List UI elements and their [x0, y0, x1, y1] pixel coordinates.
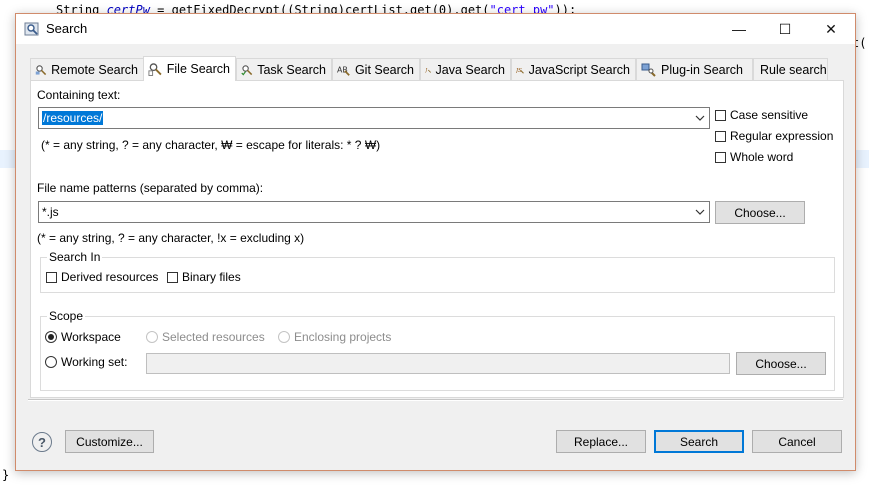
search-in-group: Search In Derived resources Binary files — [40, 250, 835, 293]
radio-label: Workspace — [61, 330, 121, 344]
regular-expression-checkbox[interactable]: Regular expression — [715, 129, 833, 143]
code-brace: } — [2, 468, 10, 482]
checkbox-box[interactable] — [715, 130, 726, 142]
javascript-search-icon: JS — [516, 68, 524, 74]
help-icon[interactable]: ? — [32, 432, 52, 452]
tab-label: Rule search — [760, 62, 827, 77]
tab-label: JavaScript Search — [528, 62, 630, 77]
search-tabs: Remote Search File Search Task Search AB… — [30, 56, 842, 81]
eclipse-search-icon — [24, 22, 39, 36]
workspace-radio[interactable]: Workspace — [45, 330, 121, 344]
tab-java-search[interactable]: J Java Search — [420, 58, 511, 80]
footer-separator — [28, 399, 843, 401]
tab-plugin-search[interactable]: Plug-in Search — [636, 58, 753, 80]
git-search-icon: AB — [337, 65, 350, 76]
checkbox-box[interactable] — [167, 271, 178, 283]
tab-rule-search[interactable]: Rule search — [753, 58, 828, 80]
maximize-icon: ☐ — [778, 20, 792, 37]
search-in-title: Search In — [47, 250, 103, 264]
containing-text-value[interactable]: /resources/ — [42, 111, 104, 125]
radio-circle[interactable] — [45, 356, 57, 368]
checkbox-label: Case sensitive — [730, 108, 809, 122]
scope-group: Scope Workspace Selected resources Enclo… — [40, 309, 835, 391]
minimize-icon: — — [732, 21, 746, 37]
radio-circle[interactable] — [146, 331, 158, 343]
case-sensitive-checkbox[interactable]: Case sensitive — [715, 108, 808, 122]
file-name-patterns-combo[interactable]: *.js — [38, 201, 710, 223]
radio-circle[interactable] — [278, 331, 290, 343]
checkbox-box[interactable] — [715, 151, 726, 163]
java-search-icon: J — [425, 67, 431, 73]
maximize-button[interactable]: ☐ — [762, 14, 808, 44]
file-search-icon — [148, 63, 162, 76]
tab-label: Plug-in Search — [661, 62, 743, 77]
checkbox-box[interactable] — [715, 109, 726, 121]
tab-remote-search[interactable]: Remote Search — [30, 58, 144, 80]
checkbox-label: Derived resources — [61, 270, 159, 284]
tab-label: Git Search — [354, 62, 414, 77]
patterns-choose-button[interactable]: Choose... — [715, 201, 805, 224]
window-title: Search — [46, 21, 88, 36]
search-dialog: Search — ☐ ✕ Remote Search File Search T… — [15, 13, 856, 471]
radio-label: Working set: — [61, 355, 128, 369]
working-set-choose-button[interactable]: Choose... — [736, 352, 826, 375]
button-label: Search — [679, 434, 719, 449]
radio-label: Selected resources — [162, 330, 265, 344]
button-label: Choose... — [755, 356, 807, 371]
tab-task-search[interactable]: Task Search — [236, 58, 332, 80]
button-label: Choose... — [734, 205, 786, 220]
checkbox-box[interactable] — [46, 271, 57, 283]
close-icon: ✕ — [825, 20, 837, 37]
button-label: Replace... — [573, 434, 629, 449]
tab-file-search[interactable]: File Search — [143, 56, 236, 81]
title-bar[interactable]: Search — ☐ ✕ — [16, 14, 855, 44]
checkbox-label: Whole word — [730, 150, 794, 164]
working-set-field[interactable] — [146, 353, 730, 374]
binary-files-checkbox[interactable]: Binary files — [167, 270, 241, 284]
cancel-button[interactable]: Cancel — [752, 430, 842, 453]
file-name-patterns-value[interactable]: *.js — [42, 205, 59, 219]
tab-label: Remote Search — [51, 62, 138, 77]
whole-word-checkbox[interactable]: Whole word — [715, 150, 793, 164]
tab-label: File Search — [166, 62, 230, 76]
file-search-panel: Containing text: /resources/ (* = any st… — [30, 80, 844, 398]
plugin-search-icon — [641, 63, 656, 77]
chevron-down-icon[interactable] — [695, 113, 705, 123]
checkbox-label: Regular expression — [730, 129, 834, 143]
minimize-button[interactable]: — — [716, 14, 762, 44]
containing-text-combo[interactable]: /resources/ — [38, 107, 710, 129]
radio-label: Enclosing projects — [294, 330, 392, 344]
button-label: Customize... — [76, 434, 143, 449]
task-search-icon — [241, 64, 253, 75]
tab-javascript-search[interactable]: JS JavaScript Search — [511, 58, 636, 80]
file-name-patterns-hint: (* = any string, ? = any character, !x =… — [37, 231, 305, 245]
customize-button[interactable]: Customize... — [65, 430, 154, 453]
remote-search-icon — [35, 64, 47, 75]
tab-label: Task Search — [257, 62, 326, 77]
svg-text:J: J — [425, 67, 427, 73]
working-set-radio[interactable]: Working set: — [45, 355, 127, 369]
derived-resources-checkbox[interactable]: Derived resources — [46, 270, 158, 284]
replace-button[interactable]: Replace... — [556, 430, 646, 453]
radio-circle[interactable] — [45, 331, 57, 343]
enclosing-projects-radio[interactable]: Enclosing projects — [278, 330, 391, 344]
close-button[interactable]: ✕ — [808, 14, 854, 44]
checkbox-label: Binary files — [182, 270, 241, 284]
file-name-patterns-label: File name patterns (separated by comma): — [37, 181, 264, 195]
containing-text-label: Containing text: — [37, 88, 121, 102]
selected-resources-radio[interactable]: Selected resources — [146, 330, 265, 344]
search-button[interactable]: Search — [654, 430, 744, 453]
tab-label: Java Search — [435, 62, 505, 77]
scope-title: Scope — [47, 309, 86, 323]
containing-text-hint: (* = any string, ? = any character, ₩ = … — [41, 138, 381, 152]
tab-git-search[interactable]: AB Git Search — [332, 58, 420, 80]
chevron-down-icon[interactable] — [695, 207, 705, 217]
button-label: Cancel — [778, 434, 816, 449]
